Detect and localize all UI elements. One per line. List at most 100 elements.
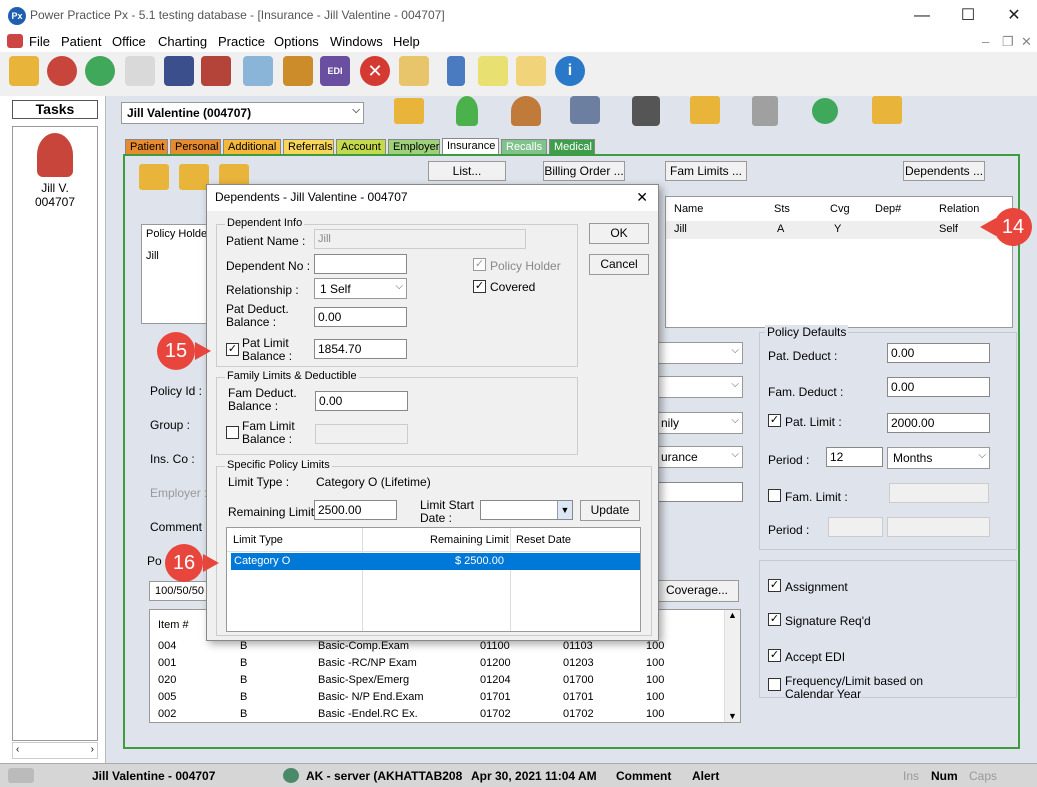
help-icon[interactable]: i: [555, 56, 585, 86]
table-row[interactable]: 020 B Basic-Spex/Emerg 01204 01700 100: [150, 672, 722, 689]
pat-limit-balance-field[interactable]: 1854.70: [314, 339, 407, 359]
patient-select[interactable]: Jill Valentine (004707) ⌵: [121, 102, 364, 124]
scroll-down-icon[interactable]: ▼: [728, 711, 737, 721]
col-remaining-limit[interactable]: Remaining Limit: [430, 534, 509, 546]
camera-icon[interactable]: [8, 768, 34, 783]
partial-select-insurance[interactable]: urance ⌵: [655, 446, 743, 468]
sticky-note-icon[interactable]: [478, 56, 508, 86]
assignment-checkbox[interactable]: ✓: [768, 579, 781, 592]
printer-alert-icon[interactable]: [570, 96, 600, 124]
task-user-name[interactable]: Jill V.: [13, 181, 97, 195]
notepad-icon[interactable]: [516, 56, 546, 86]
tab-medical[interactable]: Medical: [549, 139, 595, 154]
status-alert[interactable]: Alert: [692, 769, 719, 783]
tab-patient[interactable]: Patient: [125, 139, 168, 154]
dependent-no-field[interactable]: [314, 254, 407, 274]
user-avatar-icon[interactable]: [37, 133, 73, 177]
limit-start-date-picker[interactable]: ▼: [480, 500, 573, 520]
dependents-button[interactable]: Dependents ...: [903, 161, 985, 181]
bottle-icon[interactable]: [447, 56, 465, 86]
minimize-button[interactable]: —: [899, 0, 945, 31]
document-folder-icon[interactable]: [690, 96, 720, 124]
mdi-close-button[interactable]: ✕: [1021, 34, 1032, 50]
close-button[interactable]: ✕: [991, 0, 1037, 31]
date-dropdown-icon[interactable]: ▼: [557, 501, 572, 519]
col-limit-type[interactable]: Limit Type: [233, 534, 283, 546]
tab-employer[interactable]: Employer: [388, 139, 440, 154]
horizontal-scrollbar[interactable]: ‹ ›: [12, 742, 98, 759]
mdi-restore-button[interactable]: ❐: [1002, 34, 1014, 50]
partial-select-1[interactable]: ⌵: [655, 342, 743, 364]
pat-limit-checkbox[interactable]: ✓: [768, 414, 781, 427]
tab-personal[interactable]: Personal: [170, 139, 221, 154]
col-name[interactable]: Name: [674, 203, 703, 215]
table-row[interactable]: 005 B Basic- N/P End.Exam 01701 01701 100: [150, 689, 722, 706]
col-cvg[interactable]: Cvg: [830, 203, 850, 215]
patients-icon[interactable]: [47, 56, 77, 86]
partial-select-2[interactable]: ⌵: [655, 376, 743, 398]
tasks-button[interactable]: Tasks: [12, 100, 98, 119]
refresh-icon[interactable]: [812, 98, 838, 124]
fam-limit-checkbox[interactable]: [768, 489, 781, 502]
frequency-checkbox[interactable]: [768, 678, 781, 691]
remaining-limit-field[interactable]: 2500.00: [314, 500, 397, 520]
pat-limit-balance-checkbox[interactable]: ✓: [226, 343, 239, 356]
edi-icon[interactable]: EDI: [320, 56, 350, 86]
menu-windows[interactable]: Windows: [330, 34, 383, 49]
signature-checkbox[interactable]: ✓: [768, 613, 781, 626]
coverage-button[interactable]: Coverage...: [655, 580, 739, 602]
mdi-child-icon[interactable]: [7, 34, 23, 48]
chart-report-icon[interactable]: [243, 56, 273, 86]
period-unit-select[interactable]: Months ⌵: [887, 447, 990, 469]
scroll-up-icon[interactable]: ▲: [728, 610, 737, 620]
edit-pen-icon[interactable]: [125, 56, 155, 86]
stop-icon[interactable]: ✕: [360, 56, 390, 86]
col-reset-date[interactable]: Reset Date: [516, 534, 571, 546]
menu-options[interactable]: Options: [274, 34, 319, 49]
tab-recalls[interactable]: Recalls: [501, 139, 547, 154]
partial-input[interactable]: [655, 482, 743, 502]
folder-transfer-icon[interactable]: [872, 96, 902, 124]
menu-office[interactable]: Office: [112, 34, 146, 49]
pat-deduct-field[interactable]: 0.00: [887, 343, 990, 363]
table-row[interactable]: 001 B Basic -RC/NP Exam 01200 01203 100: [150, 655, 722, 672]
menu-help[interactable]: Help: [393, 34, 420, 49]
scroll-left-icon[interactable]: ‹: [16, 744, 19, 755]
menu-patient[interactable]: Patient: [61, 34, 101, 49]
billing-order-button[interactable]: Billing Order ...: [543, 161, 625, 181]
task-user-id[interactable]: 004707: [13, 195, 97, 209]
menu-file[interactable]: File: [29, 34, 50, 49]
fam-limits-button[interactable]: Fam Limits ...: [665, 161, 747, 181]
gift-box-icon[interactable]: [283, 56, 313, 86]
period-field[interactable]: 12: [826, 447, 883, 467]
fam-deduct-balance-field[interactable]: 0.00: [315, 391, 408, 411]
update-button[interactable]: Update: [580, 500, 640, 521]
policy-holder-grid[interactable]: Policy Holde Jill: [141, 224, 211, 324]
wrench-icon[interactable]: [752, 96, 778, 126]
status-comment[interactable]: Comment: [616, 769, 671, 783]
ok-button[interactable]: OK: [589, 223, 649, 244]
limits-grid[interactable]: Limit Type Remaining Limit Reset Date Ca…: [226, 527, 641, 632]
col-dep[interactable]: Dep#: [875, 203, 901, 215]
fam-deduct-field[interactable]: 0.00: [887, 377, 990, 397]
partial-select-family[interactable]: nily ⌵: [655, 412, 743, 434]
tab-account[interactable]: Account: [336, 139, 386, 154]
scroll-right-icon[interactable]: ›: [91, 744, 94, 755]
person-icon[interactable]: [456, 96, 478, 126]
accept-edi-checkbox[interactable]: ✓: [768, 649, 781, 662]
fax-icon[interactable]: [632, 96, 660, 126]
tab-additional[interactable]: Additional: [223, 139, 281, 154]
dialog-close-button[interactable]: ✕: [636, 189, 648, 206]
coverage-combo[interactable]: 100/50/50: [149, 581, 209, 601]
dependents-grid[interactable]: Name Sts Cvg Dep# Relation Jill A Y Self: [665, 196, 1013, 328]
menu-practice[interactable]: Practice: [218, 34, 265, 49]
calendar-icon[interactable]: [201, 56, 231, 86]
menu-charting[interactable]: Charting: [158, 34, 207, 49]
exchange-icon[interactable]: [85, 56, 115, 86]
list-button[interactable]: List...: [428, 161, 506, 181]
check-folder-icon[interactable]: [179, 164, 209, 190]
maximize-button[interactable]: ☐: [945, 0, 991, 31]
table-row[interactable]: Category O $ 2500.00: [231, 553, 640, 570]
col-item[interactable]: Item #: [158, 619, 189, 631]
col-sts[interactable]: Sts: [774, 203, 790, 215]
